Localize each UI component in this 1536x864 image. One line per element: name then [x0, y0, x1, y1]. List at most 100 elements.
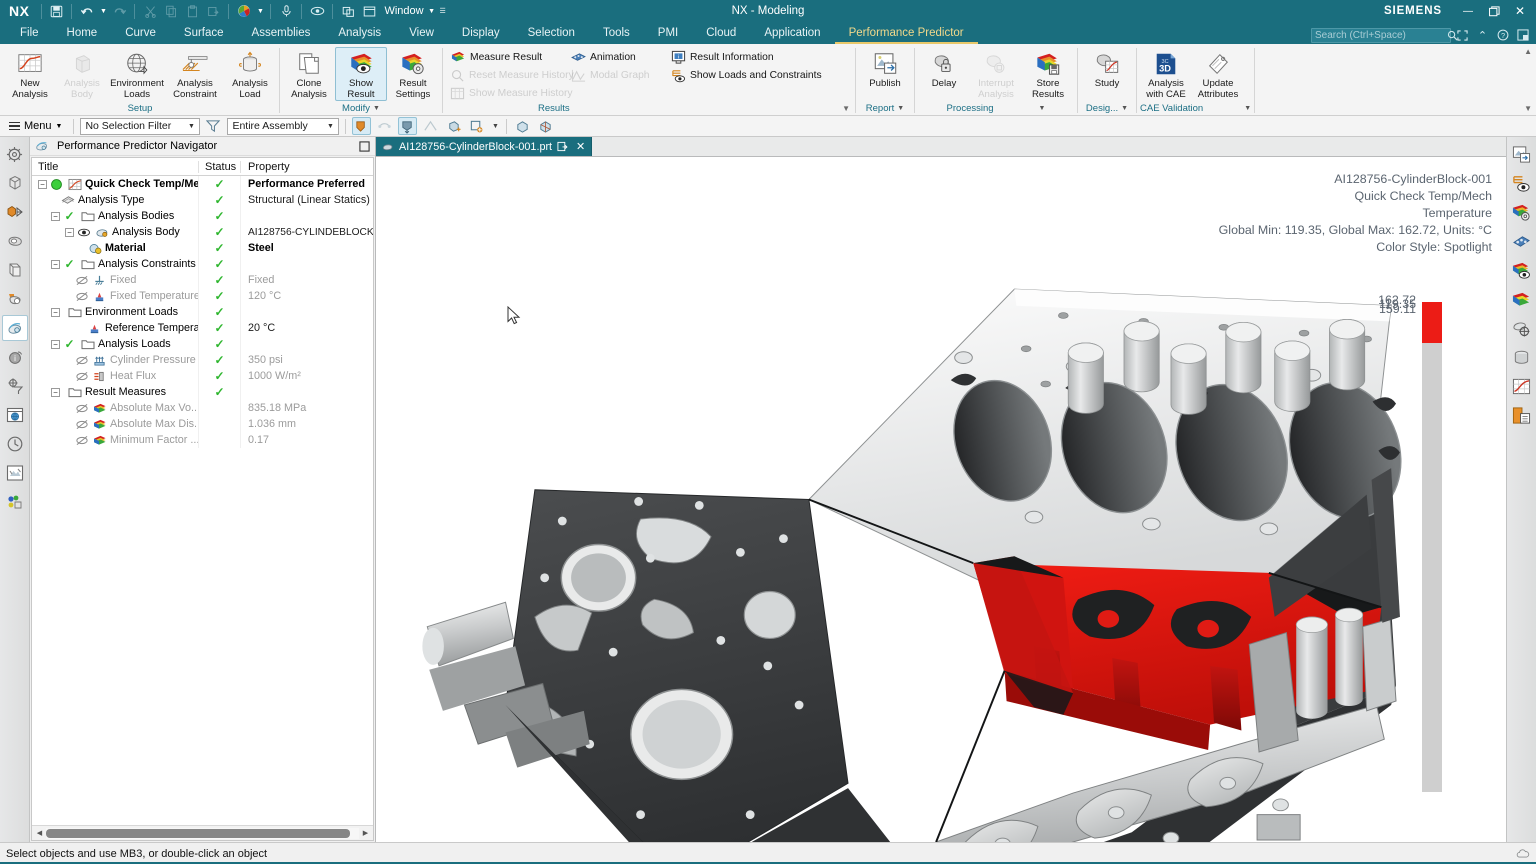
show-loads-and-constraints-button[interactable]: Show Loads and Constraints [666, 67, 852, 84]
system-materials-icon[interactable] [2, 460, 28, 486]
tab-cloud[interactable]: Cloud [692, 25, 750, 44]
table-row[interactable]: − ✓ Analysis Bodies ✓ [32, 208, 373, 224]
table-row[interactable]: Absolute Max Dis... 1.036 mm [32, 416, 373, 432]
clone-analysis-button[interactable]: Clone Analysis [283, 47, 335, 101]
ribbon-scroll-up-icon[interactable]: ▲ [1524, 47, 1532, 56]
microphone-icon[interactable] [276, 2, 296, 21]
search-input[interactable] [1315, 29, 1447, 41]
tab-view[interactable]: View [395, 25, 448, 44]
select-edge-icon[interactable] [421, 117, 440, 135]
tree-node-analysis-constraints[interactable]: − ✓ Analysis Constraints [32, 256, 198, 272]
select-feature-icon[interactable] [375, 117, 394, 135]
window-icon[interactable] [359, 2, 379, 21]
tree-node-quick-check[interactable]: − Quick Check Temp/Mech [32, 176, 198, 192]
tree-node-fixed-temperature[interactable]: Fixed Temperature [32, 288, 198, 304]
tab-home[interactable]: Home [53, 25, 112, 44]
chevron-down-icon[interactable]: ▼ [1244, 105, 1251, 112]
viewport[interactable]: AI128756-CylinderBlock-001 Quick Check T… [376, 157, 1506, 842]
window-menu-label[interactable]: Window [380, 5, 425, 17]
table-row[interactable]: Absolute Max Vo... 835.18 MPa [32, 400, 373, 416]
close-icon[interactable]: ✕ [573, 140, 585, 153]
table-row[interactable]: − Analysis Body ✓ AI128756-CYLINDEBLOCK-… [32, 224, 373, 240]
tree-node-absolute-max-displacement[interactable]: Absolute Max Dis... [32, 416, 198, 432]
analysis-with-cae-button[interactable]: 3C 3D Analysis with CAE [1140, 47, 1192, 101]
constraint-navigator-icon[interactable] [2, 199, 28, 225]
result-information-button[interactable]: i Result Information [666, 49, 852, 66]
snap-filter-icon[interactable] [2, 373, 28, 399]
table-row[interactable]: Analysis Type ✓ Structural (Linear Stati… [32, 192, 373, 208]
column-header-title[interactable]: Title [32, 161, 198, 173]
table-row[interactable]: Fixed ✓ Fixed [32, 272, 373, 288]
update-attributes-button[interactable]: Update Attributes [1192, 47, 1244, 101]
tile-windows-icon[interactable] [338, 2, 358, 21]
menu-button[interactable]: Menu ▼ [4, 119, 67, 133]
tab-assemblies[interactable]: Assemblies [238, 25, 325, 44]
tree-node-absolute-max-von-mises[interactable]: Absolute Max Vo... [32, 400, 198, 416]
table-row[interactable]: − Environment Loads ✓ [32, 304, 373, 320]
chevron-down-icon[interactable]: ▼ [897, 105, 904, 112]
results-group-dialog-launcher-icon[interactable]: ▼ [842, 104, 850, 113]
scrollbar-thumb[interactable] [46, 828, 350, 838]
expander-icon[interactable]: − [51, 259, 60, 269]
result-settings-icon[interactable] [1509, 199, 1535, 225]
column-header-property[interactable]: Property [240, 160, 373, 173]
eye-off-icon[interactable] [74, 289, 89, 303]
tab-display[interactable]: Display [448, 25, 514, 44]
study-button[interactable]: Study [1081, 47, 1133, 91]
table-row[interactable]: − ✓ Analysis Loads ✓ [32, 336, 373, 352]
tree-node-heat-flux[interactable]: Heat Flux [32, 368, 198, 384]
environment-loads-button[interactable]: Environment Loads [108, 47, 166, 101]
search-box[interactable] [1311, 27, 1458, 43]
color-palette-icon[interactable] [234, 2, 254, 21]
assembly-navigator-icon[interactable] [2, 170, 28, 196]
cloud-icon[interactable] [1516, 847, 1530, 861]
measure-result-button[interactable]: Measure Result [446, 49, 566, 66]
part-navigator-icon[interactable] [2, 228, 28, 254]
tab-pmi[interactable]: PMI [644, 25, 692, 44]
fit-view-icon[interactable] [1509, 315, 1535, 341]
snap-point-icon[interactable] [513, 117, 532, 135]
chevron-down-icon[interactable]: ▼ [490, 117, 500, 136]
restore-button[interactable] [1482, 0, 1506, 22]
shaded-view-icon[interactable] [1509, 344, 1535, 370]
expander-icon[interactable]: − [51, 307, 60, 317]
fullscreen-icon[interactable] [1454, 27, 1471, 43]
table-row[interactable]: − Result Measures ✓ [32, 384, 373, 400]
eye-off-icon[interactable] [74, 433, 89, 447]
scroll-right-icon[interactable]: ▶ [359, 827, 372, 840]
show-loads-constraints-icon[interactable] [1509, 170, 1535, 196]
result-settings-button[interactable]: Result Settings [387, 47, 439, 101]
new-analysis-button[interactable]: New Analysis [4, 47, 56, 101]
hd3d-tools-icon[interactable]: i [2, 344, 28, 370]
tab-analysis[interactable]: Analysis [324, 25, 395, 44]
tab-file[interactable]: File [6, 25, 53, 44]
expander-icon[interactable]: − [51, 211, 60, 221]
select-face-icon[interactable] [398, 117, 418, 135]
eye-off-icon[interactable] [74, 273, 89, 287]
undo-dropdown-icon[interactable]: ▼ [98, 2, 108, 21]
reuse-library-icon[interactable] [2, 257, 28, 283]
select-component-icon[interactable] [467, 117, 486, 135]
animation-button[interactable]: Animation [566, 49, 666, 66]
measure-result-icon[interactable] [1509, 286, 1535, 312]
show-result-icon[interactable] [1509, 257, 1535, 283]
chevron-up-icon[interactable]: ⌃ [1474, 27, 1491, 43]
tab-surface[interactable]: Surface [170, 25, 238, 44]
table-row[interactable]: − Quick Check Temp/Mech ✓ Performance Pr… [32, 176, 373, 192]
tree-node-cylinder-pressure[interactable]: Cylinder Pressure [32, 352, 198, 368]
animation-icon[interactable] [1509, 228, 1535, 254]
sidebar-item-performance-predictor-navigator[interactable] [1, 315, 28, 341]
expander-icon[interactable]: − [38, 179, 47, 189]
part-tab[interactable]: AI128756-CylinderBlock-001.prt ✕ [376, 137, 593, 156]
save-icon[interactable] [46, 2, 66, 21]
tree-node-analysis-bodies[interactable]: − ✓ Analysis Bodies [32, 208, 198, 224]
face-highlight-icon[interactable] [536, 117, 555, 135]
tree-node-minimum-factor-of-safety[interactable]: Minimum Factor ... [32, 432, 198, 448]
select-body-icon[interactable] [444, 117, 463, 135]
scrollbar-track[interactable] [46, 827, 359, 839]
role-icon[interactable] [2, 489, 28, 515]
analysis-info-icon[interactable] [1509, 402, 1535, 428]
study-icon[interactable] [1509, 373, 1535, 399]
show-hide-icon[interactable] [307, 2, 327, 21]
tree-node-analysis-type[interactable]: Analysis Type [32, 192, 198, 208]
